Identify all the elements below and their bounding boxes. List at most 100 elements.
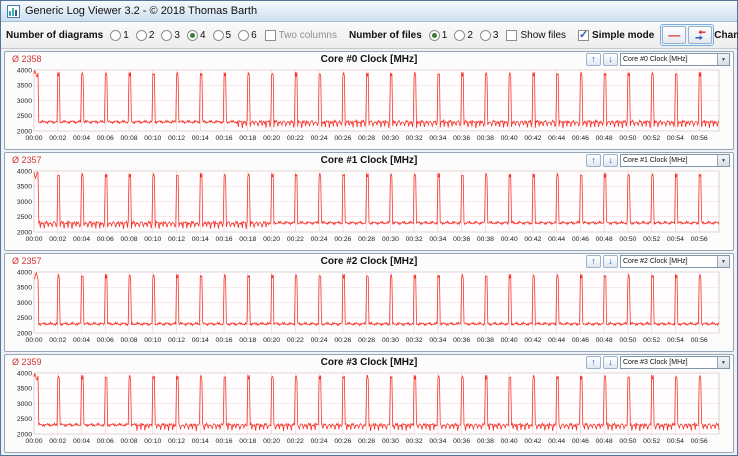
svg-text:3000: 3000 [17,199,32,206]
svg-text:00:36: 00:36 [453,236,470,243]
avg-number: 2357 [21,155,42,165]
svg-text:3500: 3500 [17,184,32,191]
two-columns-label: Two columns [278,29,337,41]
refresh-button[interactable] [688,26,713,44]
svg-text:00:26: 00:26 [334,135,351,142]
series-select[interactable]: Core #2 Clock [MHz] ▼ [620,255,730,268]
diagrams-radio-1[interactable] [110,29,122,41]
svg-text:00:52: 00:52 [643,236,660,243]
svg-text:00:38: 00:38 [477,236,494,243]
svg-text:00:06: 00:06 [97,337,114,344]
svg-text:00:36: 00:36 [453,135,470,142]
move-down-button[interactable]: ↓ [603,154,618,167]
window-title: Generic Log Viewer 3.2 - © 2018 Thomas B… [25,5,258,17]
avg-number: 2357 [21,256,42,266]
move-down-button[interactable]: ↓ [603,356,618,369]
svg-text:00:34: 00:34 [429,337,446,344]
svg-text:00:26: 00:26 [334,438,351,445]
svg-text:00:22: 00:22 [287,337,304,344]
diagrams-radio-3[interactable] [161,29,173,41]
series-select[interactable]: Core #1 Clock [MHz] ▼ [620,154,730,167]
core3-clock-chart[interactable]: 2000250030003500400000:00 00:02 00:04 00:06… [7,370,731,450]
series-select[interactable]: Core #3 Clock [MHz] ▼ [620,356,730,369]
simple-mode-checkbox[interactable] [578,28,590,41]
svg-text:00:00: 00:00 [25,337,42,344]
svg-text:00:48: 00:48 [596,337,613,344]
panel-header: Ø 2357 Core #1 Clock [MHz] ↑ ↓ Core #1 C… [5,153,733,168]
svg-text:00:00: 00:00 [25,438,42,445]
panel-header: Ø 2359 Core #3 Clock [MHz] ↑ ↓ Core #3 C… [5,355,733,370]
svg-text:00:56: 00:56 [691,337,708,344]
svg-text:00:34: 00:34 [429,236,446,243]
move-up-button[interactable]: ↑ [586,53,601,66]
avg-number: 2358 [21,54,42,64]
svg-text:00:30: 00:30 [382,438,399,445]
diagrams-radio-6[interactable] [238,29,250,41]
svg-text:00:02: 00:02 [49,438,66,445]
svg-text:00:34: 00:34 [429,438,446,445]
files-radio-1[interactable] [428,29,440,41]
svg-text:00:34: 00:34 [429,135,446,142]
files-radio-3[interactable] [479,29,491,41]
svg-text:00:00: 00:00 [25,236,42,243]
series-select-value: Core #2 Clock [MHz] [623,258,688,265]
dropdown-arrow-icon: ▼ [717,256,729,267]
svg-text:00:12: 00:12 [168,135,185,142]
svg-text:3000: 3000 [17,401,32,408]
svg-text:00:14: 00:14 [192,438,209,445]
svg-text:00:56: 00:56 [691,438,708,445]
svg-text:00:46: 00:46 [572,236,589,243]
core1-clock-chart[interactable]: 2000250030003500400000:00 00:02 00:04 00:06… [7,168,731,248]
svg-text:00:28: 00:28 [358,337,375,344]
dropdown-arrow-icon: ▼ [717,54,729,65]
average-value: Ø 2357 [12,155,42,165]
move-down-button[interactable]: ↓ [603,53,618,66]
remove-button[interactable]: — [662,26,687,44]
svg-text:4000: 4000 [17,168,32,175]
files-label: Number of files [348,29,422,41]
series-select[interactable]: Core #0 Clock [MHz] ▼ [620,53,730,66]
svg-text:00:30: 00:30 [382,135,399,142]
svg-text:2500: 2500 [17,416,32,423]
diagrams-radio-2-label: 2 [148,29,155,41]
svg-text:00:06: 00:06 [97,236,114,243]
svg-text:00:54: 00:54 [667,337,684,344]
svg-text:00:50: 00:50 [619,337,636,344]
avg-symbol: Ø [12,357,20,367]
diagrams-label: Number of diagrams [6,29,104,41]
diagrams-radio-2[interactable] [135,29,147,41]
svg-text:00:46: 00:46 [572,135,589,142]
diagrams-radio-5[interactable] [212,29,224,41]
svg-text:00:50: 00:50 [619,135,636,142]
core2-clock-chart[interactable]: 2000250030003500400000:00 00:02 00:04 00:06… [7,269,731,349]
svg-text:00:16: 00:16 [216,236,233,243]
move-up-button[interactable]: ↑ [586,356,601,369]
svg-text:00:24: 00:24 [311,337,328,344]
svg-text:00:04: 00:04 [73,337,90,344]
svg-text:00:14: 00:14 [192,236,209,243]
average-value: Ø 2359 [12,357,42,367]
diagrams-radio-4[interactable] [186,29,198,41]
refresh-icon [695,29,706,41]
move-up-button[interactable]: ↑ [586,154,601,167]
svg-text:00:32: 00:32 [406,337,423,344]
svg-text:00:28: 00:28 [358,236,375,243]
svg-text:00:10: 00:10 [144,438,161,445]
core0-clock-chart[interactable]: 2000250030003500400000:00 00:02 00:04 00:06… [7,67,731,147]
show-files-checkbox[interactable] [506,29,518,41]
chart-panel-core2: Ø 2357 Core #2 Clock [MHz] ↑ ↓ Core #2 C… [4,253,734,352]
svg-text:00:20: 00:20 [263,236,280,243]
diagrams-radio-3-label: 3 [174,29,180,41]
move-up-button[interactable]: ↑ [586,255,601,268]
svg-text:3000: 3000 [17,98,32,105]
svg-text:00:08: 00:08 [121,236,138,243]
svg-text:00:42: 00:42 [524,236,541,243]
svg-text:00:38: 00:38 [477,337,494,344]
move-down-button[interactable]: ↓ [603,255,618,268]
svg-text:2500: 2500 [17,315,32,322]
two-columns-checkbox[interactable] [264,29,276,41]
files-radio-2[interactable] [454,29,466,41]
title-bar[interactable]: Generic Log Viewer 3.2 - © 2018 Thomas B… [1,1,737,22]
toolbar: Number of diagrams 1 2 3 4 5 6 Two colum… [1,22,738,49]
svg-text:00:50: 00:50 [619,438,636,445]
